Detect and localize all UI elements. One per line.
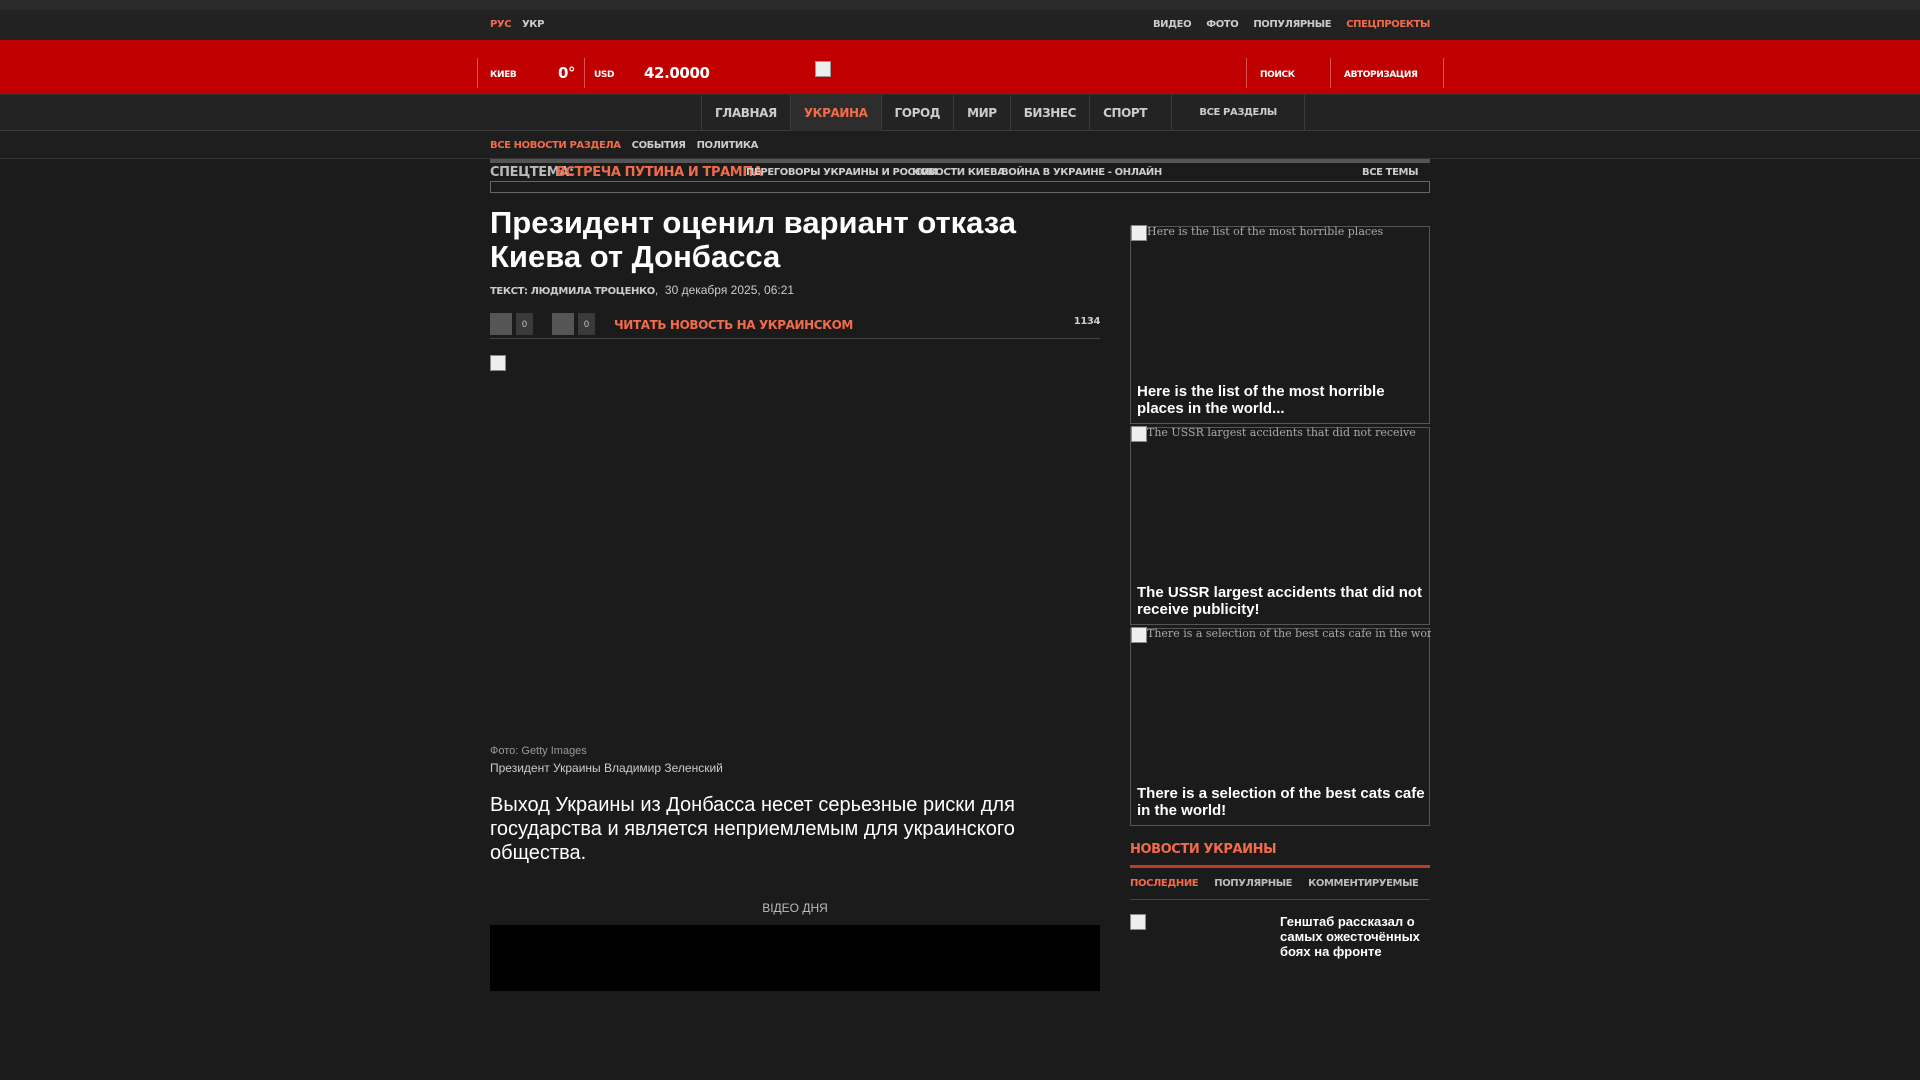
nav-item-world[interactable]: МИР xyxy=(953,95,1010,131)
article-lead: Выход Украины из Донбасса несет серьезны… xyxy=(490,794,1015,864)
news-list-item[interactable]: Генштаб рассказал о самых ожесточённых б… xyxy=(1130,914,1430,974)
nav-item-ukraine[interactable]: УКРАИНА xyxy=(789,95,881,131)
all-topics-link[interactable]: ВСЕ ТЕМЫ xyxy=(1362,167,1418,178)
temperature: 0° xyxy=(558,64,576,82)
tab-popular[interactable]: ПОПУЛЯРНЫЕ xyxy=(1214,878,1292,889)
sidebar: Here is the list of the most horrible pl… xyxy=(1130,225,1431,974)
search-button[interactable]: ПОИСК xyxy=(1260,70,1295,80)
promo-title[interactable]: The USSR largest accidents that did not … xyxy=(1137,584,1429,618)
subnav-events[interactable]: СОБЫТИЯ xyxy=(632,140,686,151)
article: Президент оценил вариант отказа Киева от… xyxy=(490,206,1100,991)
topic-strip xyxy=(490,181,1430,193)
tab-commented[interactable]: КОММЕНТИРУЕМЫЕ xyxy=(1308,878,1419,889)
share-row: 0 0 ЧИТАТЬ НОВОСТЬ НА УКРАИНСКОМ 1134 xyxy=(490,313,1100,339)
currency-label: USD xyxy=(594,70,615,80)
broken-image-icon xyxy=(1131,225,1147,241)
subnav-politics[interactable]: ПОЛИТИКА xyxy=(697,140,759,151)
share-button-1[interactable]: 0 xyxy=(490,313,534,335)
tab-latest[interactable]: ПОСЛЕДНИЕ xyxy=(1130,878,1199,889)
article-title: Президент оценил вариант отказа Киева от… xyxy=(490,205,1017,274)
city-label: КИЕВ xyxy=(490,70,517,80)
share-count: 0 xyxy=(516,313,534,335)
video-link[interactable]: ВИДЕО xyxy=(1153,19,1192,30)
tag-negotiations[interactable]: ПЕРЕГОВОРЫ УКРАИНЫ И РОССИИ xyxy=(746,167,938,178)
nav-item-sport[interactable]: СПОРТ xyxy=(1089,95,1171,131)
nav-item-business[interactable]: БИЗНЕС xyxy=(1009,95,1089,131)
lang-ru-link[interactable]: РУС xyxy=(490,19,512,30)
utility-bar: РУС УКР ВИДЕО ФОТО ПОПУЛЯРНЫЕ СПЕЦПРОЕКТ… xyxy=(0,10,1920,40)
lang-uk-link[interactable]: УКР xyxy=(522,19,544,30)
photo-credit: Фото: Getty Images xyxy=(490,745,587,757)
popular-link[interactable]: ПОПУЛЯРНЫЕ xyxy=(1253,19,1331,30)
currency-value: 42.0000 xyxy=(644,64,710,82)
promo-title[interactable]: Here is the list of the most horrible pl… xyxy=(1137,383,1429,417)
divider xyxy=(490,159,1430,163)
main-nav: ГЛАВНАЯ УКРАИНА ГОРОД МИР БИЗНЕС СПОРТ В… xyxy=(0,94,1920,131)
share-count: 0 xyxy=(578,313,596,335)
broken-image-icon xyxy=(1130,914,1146,930)
sub-nav: ВСЕ НОВОСТИ РАЗДЕЛА СОБЫТИЯ ПОЛИТИКА xyxy=(0,131,1920,159)
ukraine-news-header[interactable]: НОВОСТИ УКРАИНЫ xyxy=(1130,842,1430,868)
auth-button[interactable]: АВТОРИЗАЦИЯ xyxy=(1344,70,1418,80)
nav-item-all-sections[interactable]: ВСЕ РАЗДЕЛЫ xyxy=(1171,95,1306,131)
divider xyxy=(584,58,585,88)
publish-date: 30 декабря 2025, 06:21 xyxy=(664,283,795,297)
divider xyxy=(1443,58,1444,88)
views-count: 1134 xyxy=(1073,316,1101,327)
promo-image: There is a selection of the best cats ca… xyxy=(1131,627,1431,643)
share-icon xyxy=(490,313,512,335)
promo-image: The USSR largest accidents that did not … xyxy=(1131,426,1431,442)
subnav-all-news[interactable]: ВСЕ НОВОСТИ РАЗДЕЛА xyxy=(490,140,621,151)
tag-kyiv-news[interactable]: НОВОСТИ КИЕВА xyxy=(912,167,1005,178)
promo-card[interactable]: There is a selection of the best cats ca… xyxy=(1130,627,1431,826)
header-bar: КИЕВ 0° USD 42.0000 ПОИСК АВТОРИЗАЦИЯ xyxy=(0,40,1920,94)
special-projects-link[interactable]: СПЕЦПРОЕКТЫ xyxy=(1346,19,1430,30)
broken-image-icon xyxy=(490,355,506,371)
divider xyxy=(1246,58,1247,88)
share-button-2[interactable]: 0 xyxy=(552,313,596,335)
divider xyxy=(1330,58,1331,88)
photo-link[interactable]: ФОТО xyxy=(1206,19,1239,30)
news-item-title[interactable]: Генштаб рассказал о самых ожесточённых б… xyxy=(1280,914,1430,959)
article-photo xyxy=(490,355,1100,745)
video-player[interactable] xyxy=(490,925,1100,991)
photo-caption: Президент Украины Владимир Зеленский xyxy=(490,761,723,775)
news-tabs: ПОСЛЕДНИЕ ПОПУЛЯРНЫЕ КОММЕНТИРУЕМЫЕ xyxy=(1130,878,1430,900)
nav-item-city[interactable]: ГОРОД xyxy=(880,95,954,131)
video-of-day-label: ВІДЕО ДНЯ xyxy=(762,901,828,915)
share-icon xyxy=(552,313,574,335)
author[interactable]: ТЕКСТ: ЛЮДМИЛА ТРОЦЕНКО xyxy=(490,286,655,297)
broken-image-icon xyxy=(1131,627,1147,643)
promo-card[interactable]: Here is the list of the most horrible pl… xyxy=(1130,225,1431,424)
promo-title[interactable]: There is a selection of the best cats ca… xyxy=(1137,785,1429,819)
promo-card[interactable]: The USSR largest accidents that did not … xyxy=(1130,426,1431,625)
logo-icon[interactable] xyxy=(815,61,831,77)
promo-image: Here is the list of the most horrible pl… xyxy=(1131,225,1431,241)
nav-item-home[interactable]: ГЛАВНАЯ xyxy=(701,95,790,131)
top-strip xyxy=(0,0,1920,10)
tag-war-online[interactable]: ВОЙНА В УКРАИНЕ - ОНЛАЙН xyxy=(1001,167,1162,178)
byline: ТЕКСТ: ЛЮДМИЛА ТРОЦЕНКО, 30 декабря 2025… xyxy=(490,283,795,297)
divider xyxy=(477,58,478,88)
read-in-ukrainian-link[interactable]: ЧИТАТЬ НОВОСТЬ НА УКРАИНСКОМ xyxy=(614,318,853,332)
spec-topic-link[interactable]: ВСТРЕЧА ПУТИНА И ТРАМПА xyxy=(556,165,763,180)
special-topic-bar: СПЕЦТЕМА: ВСТРЕЧА ПУТИНА И ТРАМПА ПЕРЕГО… xyxy=(490,159,1430,193)
broken-image-icon xyxy=(1131,426,1147,442)
